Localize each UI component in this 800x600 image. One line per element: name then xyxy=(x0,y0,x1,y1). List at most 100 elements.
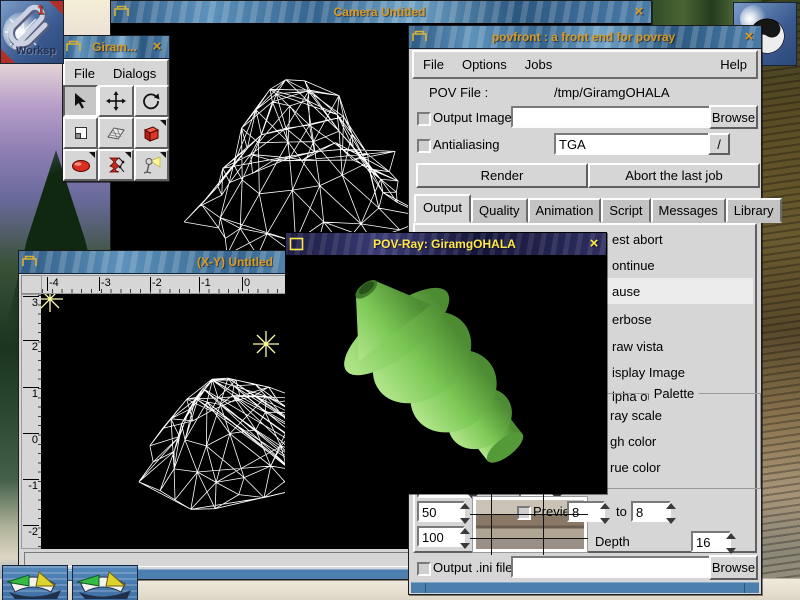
povray-titlebar[interactable]: POV-Ray: GiramgOHALA × xyxy=(286,233,606,256)
ruler-label: 1 xyxy=(23,387,39,400)
toolbox-titlebar[interactable]: Giram... × xyxy=(63,36,169,59)
crop-line[interactable] xyxy=(470,538,588,539)
miniaturize-icon[interactable] xyxy=(288,236,305,252)
window-title: Camera Untitled xyxy=(132,5,627,19)
tool-plane-button[interactable] xyxy=(98,117,133,149)
spin-buttons[interactable] xyxy=(600,501,613,526)
tool-lathe-button[interactable] xyxy=(98,149,133,181)
camera-titlebar[interactable]: Camera Untitled × xyxy=(111,1,651,24)
submenu-corner-icon xyxy=(125,152,131,158)
giram-boat-appicon[interactable] xyxy=(72,565,138,600)
workspace-clip-appicon[interactable]: 1 Worksp xyxy=(0,0,64,64)
width-percent-input[interactable]: 50 xyxy=(417,501,465,522)
menu-help[interactable]: Help xyxy=(711,54,756,75)
ruler-label: -3 xyxy=(99,277,111,291)
ruler-label: 0 xyxy=(23,433,39,446)
palette-option[interactable]: ray scale xyxy=(610,408,662,423)
output-ini-checkbox[interactable] xyxy=(417,562,431,576)
tool-sphere-button[interactable] xyxy=(63,149,98,181)
ruler-label: -2 xyxy=(23,525,39,538)
ruler-label: 3 xyxy=(23,296,39,309)
tab-messages[interactable]: Messages xyxy=(651,198,726,223)
sailboat-icon xyxy=(3,566,65,600)
close-button[interactable]: × xyxy=(148,38,166,56)
light-icon xyxy=(141,155,161,175)
ruler-label: -2 xyxy=(150,277,162,291)
tool-rotate-button[interactable] xyxy=(134,85,169,117)
tab-quality[interactable]: Quality xyxy=(471,198,527,223)
giram-toolbox-window: Giram... × File Dialogs xyxy=(62,35,170,182)
tool-box-button[interactable] xyxy=(134,117,169,149)
format-combo-input[interactable]: TGA xyxy=(554,133,712,155)
preview-checkbox[interactable] xyxy=(517,506,531,520)
plane-mesh-icon xyxy=(106,123,126,143)
tab-library[interactable]: Library xyxy=(726,198,782,223)
preview-to-input[interactable]: 8 xyxy=(631,501,671,522)
povfront-menubar: File Options Jobs Help xyxy=(412,50,758,79)
miniaturize-icon[interactable] xyxy=(113,4,130,20)
tool-move-button[interactable] xyxy=(98,85,133,117)
tab-script[interactable]: Script xyxy=(601,198,650,223)
menu-jobs[interactable]: Jobs xyxy=(516,54,561,75)
ruler-label: -4 xyxy=(47,277,59,291)
browse-ini-button[interactable]: Browse xyxy=(709,555,758,580)
crop-line[interactable] xyxy=(491,493,492,555)
povray-render-window: POV-Ray: GiramgOHALA × xyxy=(285,232,607,494)
menu-file[interactable]: File xyxy=(65,63,104,84)
miniaturize-icon[interactable] xyxy=(65,39,82,55)
light-source-icon[interactable] xyxy=(253,331,279,357)
output-image-checkbox[interactable] xyxy=(417,112,431,126)
tab-output[interactable]: Output xyxy=(414,194,471,223)
desktop: 1 Worksp xyxy=(0,0,800,600)
miniaturize-icon[interactable] xyxy=(411,29,428,45)
light-source-icon[interactable] xyxy=(41,294,63,312)
move-cross-icon xyxy=(106,91,126,111)
spin-buttons[interactable] xyxy=(666,501,679,526)
rotate-arrow-icon xyxy=(141,91,161,111)
palette-title: Palette xyxy=(649,386,699,401)
tool-select-button[interactable] xyxy=(63,85,98,117)
close-button[interactable]: × xyxy=(740,28,758,46)
tab-animation[interactable]: Animation xyxy=(528,198,602,223)
spin-buttons[interactable] xyxy=(726,531,739,556)
resize-bar[interactable] xyxy=(411,582,759,593)
window-title: povfront : a front end for povray xyxy=(430,30,737,44)
tool-grid xyxy=(63,85,169,181)
palette-option[interactable]: gh color xyxy=(610,434,656,449)
height-percent-input[interactable]: 100 xyxy=(417,526,465,547)
giram-boat-appicon[interactable] xyxy=(2,565,68,600)
crop-line[interactable] xyxy=(543,493,544,555)
render-button[interactable]: Render xyxy=(416,163,588,188)
palette-option[interactable]: rue color xyxy=(610,460,661,475)
combo-dropdown-button[interactable]: / xyxy=(708,133,730,155)
menu-options[interactable]: Options xyxy=(453,54,516,75)
ruler-corner xyxy=(21,275,43,294)
crop-line[interactable] xyxy=(470,514,588,515)
workspace-number: 1 xyxy=(37,2,44,17)
output-image-input[interactable] xyxy=(511,106,711,128)
sailboat-icon xyxy=(73,566,135,600)
menu-dialogs[interactable]: Dialogs xyxy=(104,63,165,84)
output-ini-input[interactable] xyxy=(511,556,711,578)
resize-notch xyxy=(744,583,745,593)
box-icon xyxy=(141,123,161,143)
window-title: Giram... xyxy=(84,40,145,54)
povfront-titlebar[interactable]: povfront : a front end for povray × xyxy=(409,26,761,49)
ruler-label: -1 xyxy=(199,277,211,291)
browse-output-button[interactable]: Browse xyxy=(709,105,758,129)
depth-input[interactable]: 16 xyxy=(691,531,731,552)
workspace-label: Worksp xyxy=(16,45,56,57)
notebook-tabs: Output Quality Animation Script Messages… xyxy=(414,196,757,223)
scale-square-icon xyxy=(71,123,91,143)
miniaturize-icon[interactable] xyxy=(21,254,38,270)
rendered-object xyxy=(286,255,604,491)
abort-button[interactable]: Abort the last job xyxy=(588,163,760,188)
antialiasing-checkbox[interactable] xyxy=(417,139,431,153)
tool-light-button[interactable] xyxy=(134,149,169,181)
close-button[interactable]: × xyxy=(585,235,603,253)
close-button[interactable]: × xyxy=(630,3,648,21)
ruler-label: 0 xyxy=(242,277,250,291)
tool-scale-button[interactable] xyxy=(63,117,98,149)
menu-file[interactable]: File xyxy=(414,54,453,75)
pov-file-value: /tmp/GiramgOHALA xyxy=(554,85,670,100)
